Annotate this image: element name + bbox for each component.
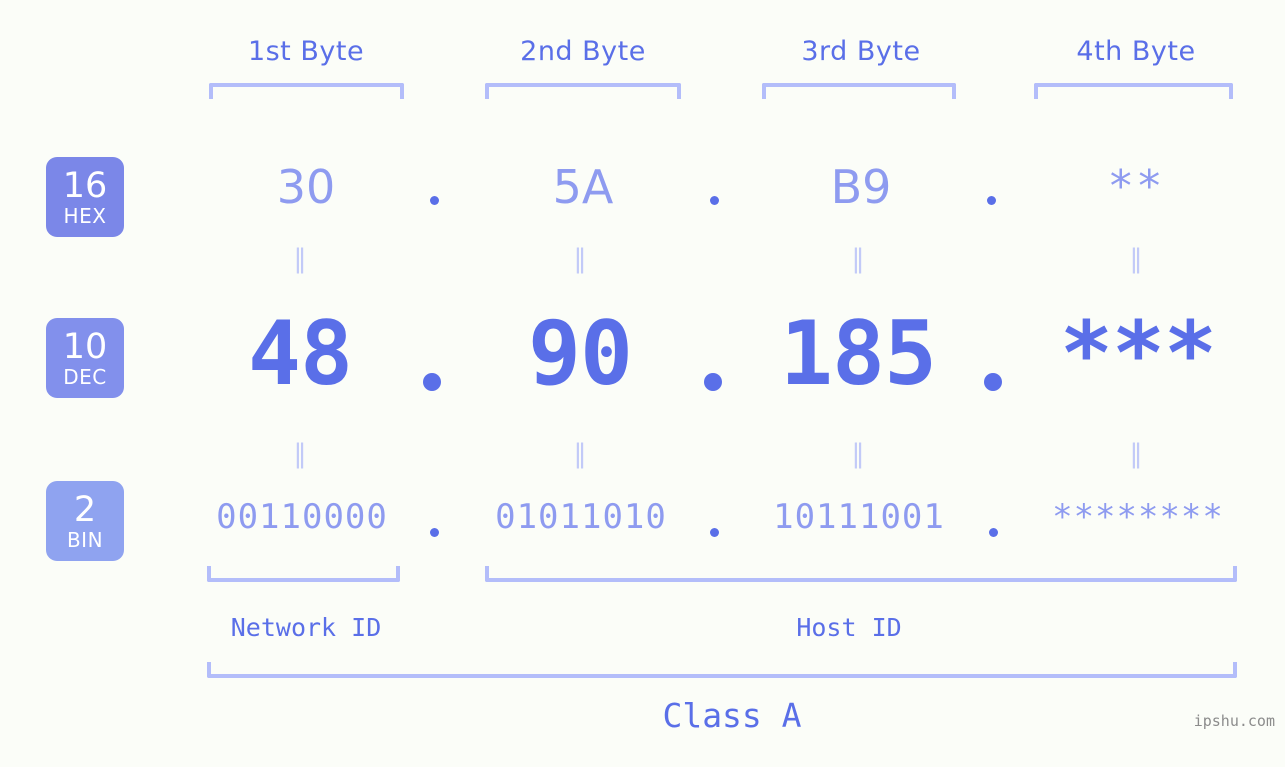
dec-byte-2: 90 [528, 302, 633, 405]
base-badge-dec-name: DEC [63, 364, 107, 389]
equals-separator-hex-dec-2: ‖ [573, 244, 589, 274]
base-badge-bin: 2 BIN [46, 481, 124, 561]
byte-header-1: 1st Byte [247, 36, 365, 67]
hex-dot-1 [430, 196, 439, 205]
dec-dot-2 [704, 373, 722, 391]
ip-address-breakdown-diagram: 1st Byte 2nd Byte 3rd Byte 4th Byte 16 H… [0, 0, 1285, 767]
bin-byte-4: ******** [1052, 497, 1224, 537]
base-badge-hex: 16 HEX [46, 157, 124, 237]
base-badge-bin-name: BIN [66, 527, 104, 552]
dec-byte-4: *** [1060, 302, 1217, 405]
base-badge-hex-name: HEX [63, 203, 107, 228]
site-watermark: ipshu.com [1193, 712, 1275, 730]
network-id-label: Network ID [230, 613, 382, 642]
equals-separator-dec-bin-4: ‖ [1129, 439, 1145, 469]
equals-separator-dec-bin-1: ‖ [293, 439, 309, 469]
byte-bracket-top-1 [209, 83, 404, 99]
bin-dot-2 [710, 528, 719, 537]
network-id-bracket [207, 566, 400, 582]
hex-dot-2 [710, 196, 719, 205]
hex-byte-3: B9 [830, 160, 892, 214]
class-bracket [207, 662, 1237, 678]
byte-header-3: 3rd Byte [801, 36, 921, 67]
equals-separator-hex-dec-4: ‖ [1129, 244, 1145, 274]
hex-dot-3 [987, 196, 996, 205]
hex-byte-2: 5A [552, 160, 614, 214]
base-badge-bin-number: 2 [73, 489, 97, 530]
byte-bracket-top-3 [762, 83, 956, 99]
base-badge-dec: 10 DEC [46, 318, 124, 398]
byte-bracket-top-2 [485, 83, 681, 99]
byte-header-4: 4th Byte [1076, 36, 1196, 67]
class-label: Class A [662, 696, 802, 735]
bin-byte-2: 01011010 [495, 497, 667, 537]
dec-byte-3: 185 [780, 302, 937, 405]
hex-byte-1: 30 [276, 160, 336, 214]
dec-dot-1 [423, 373, 441, 391]
byte-bracket-top-4 [1034, 83, 1233, 99]
host-id-bracket [485, 566, 1237, 582]
equals-separator-dec-bin-2: ‖ [573, 439, 589, 469]
equals-separator-dec-bin-3: ‖ [851, 439, 867, 469]
bin-dot-3 [989, 528, 998, 537]
byte-header-2: 2nd Byte [520, 36, 646, 67]
dec-byte-1: 48 [248, 302, 353, 405]
equals-separator-hex-dec-3: ‖ [851, 244, 867, 274]
dec-dot-3 [984, 373, 1002, 391]
host-id-label: Host ID [796, 613, 902, 642]
bin-byte-1: 00110000 [216, 497, 388, 537]
base-badge-hex-number: 16 [62, 165, 108, 206]
bin-dot-1 [430, 528, 439, 537]
equals-separator-hex-dec-1: ‖ [293, 244, 309, 274]
base-badge-dec-number: 10 [62, 326, 108, 367]
hex-byte-4: ** [1107, 161, 1165, 212]
bin-byte-3: 10111001 [773, 497, 945, 537]
